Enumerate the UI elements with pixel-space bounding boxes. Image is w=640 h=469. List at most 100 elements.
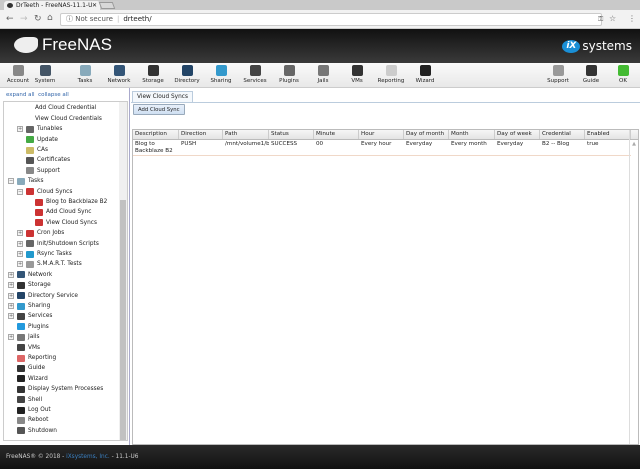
sidebar-item-wizard[interactable]: Wizard	[17, 374, 48, 384]
sidebar-item-plugins[interactable]: Plugins	[17, 322, 49, 332]
sidebar-item-directory-service[interactable]: + Directory Service	[8, 291, 78, 301]
expand-icon[interactable]: +	[17, 261, 23, 268]
sidebar-item-view-cloud-syncs[interactable]: View Cloud Syncs	[35, 218, 97, 228]
expand-icon[interactable]: +	[8, 313, 14, 320]
sidebar-item-label: Certificates	[37, 157, 71, 164]
sidebar-scrollbar[interactable]	[119, 102, 127, 440]
close-tab-icon[interactable]: ✕	[92, 1, 97, 10]
toolbar-wizard-button[interactable]: Wizard	[408, 65, 442, 84]
expand-icon[interactable]: +	[8, 334, 14, 341]
ixsystems-link[interactable]: iXsystems, Inc.	[66, 454, 110, 460]
toolbar-jails-button[interactable]: Jails	[306, 65, 340, 84]
collapse-icon[interactable]: −	[8, 178, 14, 185]
toolbar-vms-button[interactable]: VMs	[340, 65, 374, 84]
sidebar-item-shell[interactable]: Shell	[17, 395, 42, 405]
sidebar-item-shutdown[interactable]: Shutdown	[17, 426, 57, 436]
footer: FreeNAS® © 2018 - iXsystems, Inc. - 11.1…	[0, 445, 640, 469]
column-header-path[interactable]: Path	[223, 130, 269, 139]
expand-icon[interactable]: +	[17, 230, 23, 237]
sidebar-item-cas[interactable]: CAs	[26, 145, 48, 155]
sidebar-item-rsync-tasks[interactable]: + Rsync Tasks	[17, 249, 72, 259]
menu-icon[interactable]: ⋮	[628, 14, 636, 23]
sidebar-item-tasks[interactable]: − Tasks	[8, 176, 44, 186]
column-header-credential[interactable]: Credential	[540, 130, 585, 139]
collapse-icon[interactable]: −	[17, 188, 23, 195]
reload-icon[interactable]: ↻	[34, 14, 42, 24]
toolbar-network-button[interactable]: Network	[102, 65, 136, 84]
column-header-day-of-month[interactable]: Day of month	[404, 130, 449, 139]
column-header-month[interactable]: Month	[449, 130, 495, 139]
scrollbar-thumb[interactable]	[120, 200, 126, 440]
sidebar-item-certificates[interactable]: Certificates	[26, 155, 70, 165]
sidebar-item-services[interactable]: + Services	[8, 311, 52, 321]
home-icon[interactable]: ⌂	[47, 13, 53, 23]
info-icon[interactable]: ⓘ	[66, 15, 75, 23]
sidebar-item-cron-jobs[interactable]: + Cron Jobs	[17, 228, 64, 238]
sidebar-item-update[interactable]: Update	[26, 135, 58, 145]
table-scrollbar[interactable]: ▲	[629, 130, 638, 444]
column-header-hour[interactable]: Hour	[359, 130, 404, 139]
reporting-icon	[385, 65, 397, 76]
sidebar-item-reporting[interactable]: Reporting	[17, 353, 56, 363]
toolbar-support-button[interactable]: Support	[541, 65, 575, 84]
expand-icon[interactable]: +	[8, 271, 14, 278]
browser-tab[interactable]: DrTeeth - FreeNAS-11.1-U ✕	[4, 1, 100, 10]
sidebar-item-view-cloud-credentials[interactable]: View Cloud Credentials	[35, 114, 102, 124]
sidebar-item-network[interactable]: + Network	[8, 270, 52, 280]
expand-icon[interactable]: +	[8, 303, 14, 309]
column-header-day-of-week[interactable]: Day of week	[495, 130, 540, 139]
sidebar-item-vms[interactable]: VMs	[17, 343, 40, 353]
sidebar-item-storage[interactable]: + Storage	[8, 280, 51, 290]
sidebar-item-reboot[interactable]: Reboot	[17, 415, 48, 425]
column-header-minute[interactable]: Minute	[314, 130, 359, 139]
expand-icon[interactable]: +	[8, 292, 14, 299]
key-icon[interactable]: ⚿	[598, 15, 603, 24]
expand-all-link[interactable]: expand all	[6, 92, 35, 98]
sidebar-item-guide[interactable]: Guide	[17, 363, 45, 373]
sidebar-item-s-m-a-r-t-tests[interactable]: + S.M.A.R.T. Tests	[17, 259, 82, 269]
expand-icon[interactable]: +	[17, 251, 23, 257]
sidebar-item-sharing[interactable]: + Sharing	[8, 301, 50, 311]
toolbar-tasks-button[interactable]: Tasks	[68, 65, 102, 84]
sidebar-item-init-shutdown-scripts[interactable]: + Init/Shutdown Scripts	[17, 239, 99, 249]
tab-view-cloud-syncs[interactable]: View Cloud Syncs	[132, 91, 193, 102]
expand-icon[interactable]: +	[17, 240, 23, 247]
sidebar-item-blog-to-backblaze-b2[interactable]: Blog to Backblaze B2	[35, 197, 107, 207]
not-secure-label: Not secure	[75, 15, 113, 23]
toolbar-system-button[interactable]: System	[28, 65, 62, 84]
sidebar-item-tunables[interactable]: + Tunables	[17, 124, 62, 134]
sidebar-item-add-cloud-sync[interactable]: Add Cloud Sync	[35, 207, 91, 217]
url-input[interactable]: ⓘ Not secure | drteeth/	[60, 13, 602, 26]
column-header-enabled[interactable]: Enabled	[585, 130, 631, 139]
collapse-all-link[interactable]: collapse all	[38, 92, 69, 98]
add-cloud-sync-button[interactable]: Add Cloud Sync	[133, 104, 185, 115]
toolbar-reporting-button[interactable]: Reporting	[374, 65, 408, 84]
toolbar-sharing-button[interactable]: Sharing	[204, 65, 238, 84]
expand-icon[interactable]: +	[17, 126, 23, 133]
toolbar-directory-button[interactable]: Directory	[170, 65, 204, 84]
column-header-status[interactable]: Status	[269, 130, 314, 139]
display-system-processes-icon	[17, 385, 25, 393]
sidebar-item-support[interactable]: Support	[26, 166, 60, 176]
column-header-direction[interactable]: Direction	[179, 130, 223, 139]
sidebar-item-cloud-syncs[interactable]: − Cloud Syncs	[17, 187, 72, 197]
sidebar-item-add-cloud-credential[interactable]: Add Cloud Credential	[35, 103, 96, 113]
toolbar-guide-button[interactable]: Guide	[574, 65, 608, 84]
toolbar-plugins-button[interactable]: Plugins	[272, 65, 306, 84]
sidebar-item-display-system-processes[interactable]: Display System Processes	[17, 384, 103, 394]
back-icon[interactable]: ←	[6, 14, 14, 24]
expand-icon[interactable]: +	[8, 282, 14, 289]
new-tab-button[interactable]	[98, 2, 116, 9]
forward-icon[interactable]: →	[20, 14, 28, 24]
toolbar-services-button[interactable]: Services	[238, 65, 272, 84]
toolbar-label: Jails	[317, 78, 329, 84]
toolbar-label: Network	[107, 78, 131, 84]
toolbar-storage-button[interactable]: Storage	[136, 65, 170, 84]
star-icon[interactable]: ☆	[609, 14, 616, 23]
toolbar-ok-button[interactable]: OK	[606, 65, 640, 84]
sidebar-item-jails[interactable]: + Jails	[8, 332, 40, 342]
add-cloud-sync-icon	[35, 208, 43, 216]
table-row[interactable]: Blog to Backblaze B2 PUSH/mnt/volume1/b SU…	[133, 140, 631, 156]
column-header-description[interactable]: Description	[133, 130, 179, 139]
sidebar-item-log-out[interactable]: Log Out	[17, 405, 51, 415]
